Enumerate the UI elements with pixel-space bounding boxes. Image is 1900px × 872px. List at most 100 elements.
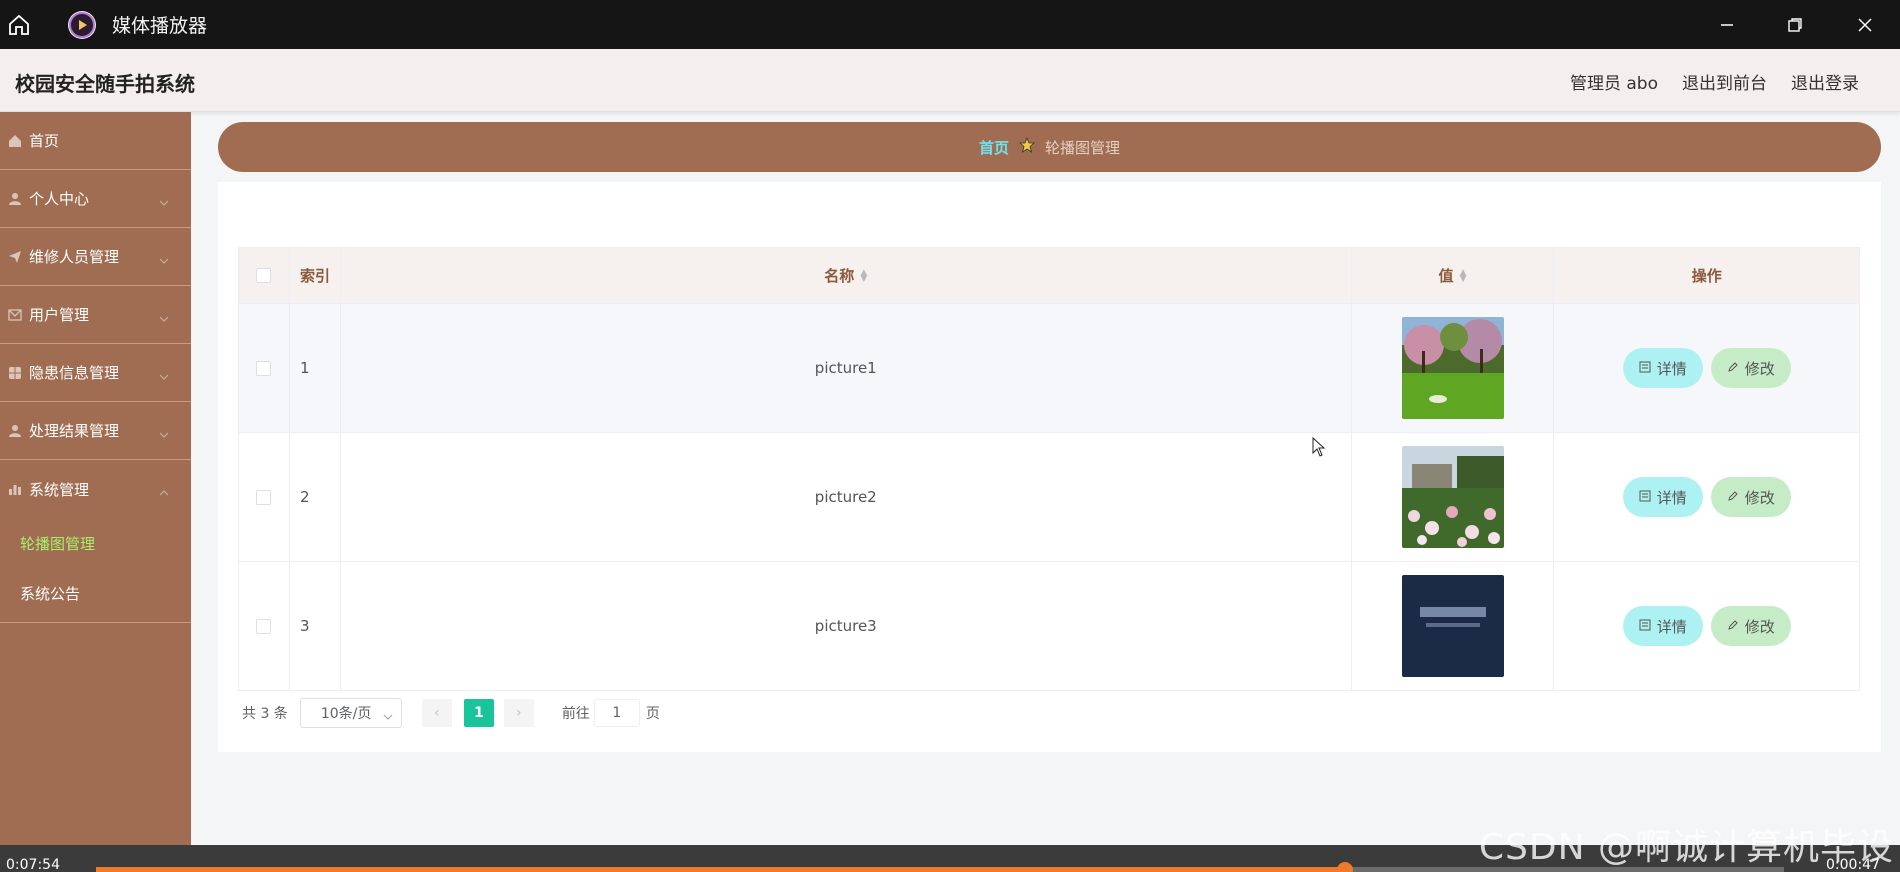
app-header: 校园安全随手拍系统 管理员 abo 退出到前台 退出登录 [0,49,1900,112]
seek-bar-fill [96,867,1346,872]
park-lawn-image[interactable] [1401,317,1504,419]
pagination: 共 3 条 10条/页 ‹ 1 › 前往 1 页 [242,698,660,728]
sidebar-item-label: 隐患信息管理 [29,364,120,382]
header-checkbox-cell [239,248,290,303]
row-ops: 详情 修改 [1554,562,1859,690]
row-checkbox[interactable] [256,489,272,505]
maximize-icon[interactable] [1760,0,1830,49]
sidebar-item-personal-center[interactable]: 个人中心 [0,170,191,228]
sidebar-item-repair-staff[interactable]: 维修人员管理 [0,228,191,286]
logout-link[interactable]: 退出登录 [1791,69,1859,94]
row-checkbox[interactable] [256,618,272,634]
chart-icon [6,480,24,498]
chevron-down-icon [383,708,393,724]
dark-sign-image[interactable] [1401,575,1504,677]
admin-user-link[interactable]: 管理员 abo [1570,69,1658,94]
row-checkbox[interactable] [256,360,272,376]
detail-button[interactable]: 详情 [1622,348,1703,388]
grid-icon [6,364,24,382]
row-checkbox-cell [239,304,290,432]
prev-page-button[interactable]: ‹ [421,699,452,727]
page-size-value: 10条/页 [320,706,372,722]
sidebar-item-home[interactable]: 首页 [0,112,191,170]
header-links: 管理员 abo 退出到前台 退出登录 [1570,69,1859,94]
header-name[interactable]: 名称 ▲ ▼ [341,248,1352,303]
row-index: 2 [290,433,341,561]
row-checkbox-cell [239,562,290,690]
send-icon [6,248,24,266]
row-value [1352,304,1555,432]
rose-garden-image[interactable] [1401,446,1504,548]
table-row: 1 picture1 详情 修改 [239,303,1859,432]
total-count: 共 3 条 [242,706,288,722]
sidebar-item-carousel[interactable]: 轮播图管理 [0,518,191,568]
header-index-label: 索引 [299,267,330,285]
data-table: 索引 名称 ▲ ▼ 值 ▲ ▼ 操作 1 picture1 详情 修改 2 pi… [238,247,1860,691]
row-checkbox-cell [239,433,290,561]
header-value[interactable]: 值 ▲ ▼ [1352,248,1555,303]
edit-button[interactable]: 修改 [1710,348,1791,388]
sidebar-item-label: 首页 [29,132,60,150]
chevron-down-icon [159,424,169,442]
row-name: picture1 [341,304,1352,432]
detail-label: 详情 [1656,359,1687,378]
header-value-label: 值 [1438,267,1454,285]
next-page-button[interactable]: › [503,699,534,727]
row-name: picture2 [341,433,1352,561]
seek-knob[interactable] [1337,862,1354,872]
edit-label: 修改 [1744,359,1775,378]
breadcrumb: 首页 轮播图管理 [218,122,1881,172]
breadcrumb-current: 轮播图管理 [1045,138,1121,157]
minimize-icon[interactable] [1692,0,1762,49]
home-icon[interactable] [2,8,36,42]
app-title: 媒体播放器 [112,15,208,37]
header-name-label: 名称 [824,267,855,285]
sort-icon[interactable]: ▲ ▼ [860,268,867,283]
row-value [1352,562,1555,690]
edit-label: 修改 [1744,617,1775,636]
chevron-up-icon [159,482,169,500]
sidebar-item-system[interactable]: 系统管理 [0,460,191,518]
chevron-down-icon [159,250,169,268]
chevron-down-icon [159,192,169,210]
page-number-current[interactable]: 1 [463,699,494,727]
table-header: 索引 名称 ▲ ▼ 值 ▲ ▼ 操作 [239,248,1859,303]
sidebar-item-label: 用户管理 [29,306,90,324]
row-value [1352,433,1555,561]
document-icon [1639,617,1651,635]
edit-button[interactable]: 修改 [1710,477,1791,517]
sidebar-item-label: 处理结果管理 [29,422,120,440]
row-index: 3 [290,562,341,690]
edit-icon [1727,488,1739,506]
goto-unit: 页 [645,706,660,722]
chevron-down-icon [159,366,169,384]
close-icon[interactable] [1830,0,1900,49]
header-ops: 操作 [1554,248,1859,303]
chevron-down-icon [159,308,169,326]
home-icon [6,132,24,150]
page-size-select[interactable]: 10条/页 [299,698,402,728]
table-row: 2 picture2 详情 修改 [239,432,1859,561]
edit-button[interactable]: 修改 [1710,606,1791,646]
select-all-checkbox[interactable] [256,268,272,283]
sort-icon[interactable]: ▲ ▼ [1460,268,1467,283]
exit-to-front-link[interactable]: 退出到前台 [1682,69,1767,94]
play-icon [68,10,96,39]
goto-page-input[interactable]: 1 [593,699,640,727]
sidebar-item-users[interactable]: 用户管理 [0,286,191,344]
detail-label: 详情 [1656,488,1687,507]
mouse-cursor-icon [1312,436,1326,461]
edit-icon [1727,617,1739,635]
row-index: 1 [290,304,341,432]
detail-button[interactable]: 详情 [1622,477,1703,517]
document-icon [1639,359,1651,377]
breadcrumb-home[interactable]: 首页 [979,137,1009,158]
detail-button[interactable]: 详情 [1622,606,1703,646]
sidebar-item-results[interactable]: 处理结果管理 [0,402,191,460]
sidebar-item-hazard-info[interactable]: 隐患信息管理 [0,344,191,402]
sidebar-item-announcement[interactable]: 系统公告 [0,568,191,618]
sidebar-item-label: 维修人员管理 [29,248,120,266]
system-submenu: 轮播图管理 系统公告 [0,518,191,623]
watermark: CSDN @啊诚计算机毕设 [1478,827,1894,868]
row-ops: 详情 修改 [1554,433,1859,561]
